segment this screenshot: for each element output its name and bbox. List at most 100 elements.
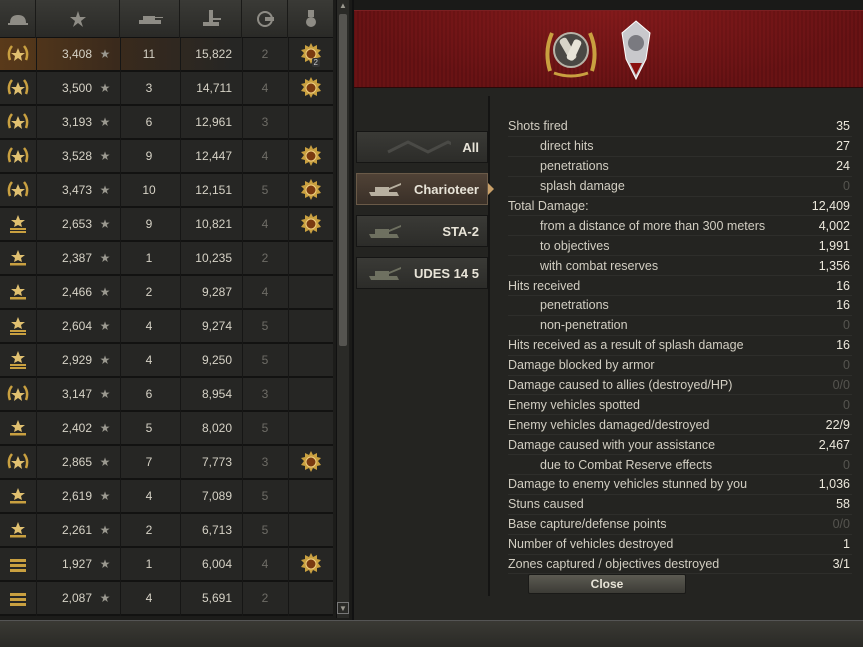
battles-value: 6 [145,387,153,401]
rank-insignia-icon [4,344,32,376]
table-row[interactable]: 2,619 ★ 4 7,089 5 [0,480,333,514]
scroll-up-arrow-icon[interactable]: ▲ [337,0,349,12]
medal-icon [294,480,328,512]
damage-value: 12,151 [195,183,232,197]
table-row[interactable]: 3,528 ★ 9 12,447 4 [0,140,333,174]
table-row[interactable]: 2,604 ★ 4 9,274 5 [0,310,333,344]
stat-label: Shots fired [508,119,568,134]
table-row[interactable]: 2,387 ★ 1 10,235 2 [0,242,333,276]
star-icon: ★ [99,319,111,333]
column-divider [120,582,121,616]
table-row[interactable]: 3,408 ★ 11 15,822 2 2 [0,38,333,72]
level-value: 5 [261,353,269,367]
damage-icon [202,10,221,26]
stat-label: Base capture/defense points [508,517,667,532]
level-column-header[interactable] [242,0,288,38]
column-divider [120,310,121,344]
table-row[interactable]: 3,500 ★ 3 14,711 4 [0,72,333,106]
tab-all[interactable]: All [356,131,488,163]
column-divider [242,174,243,208]
column-divider [36,310,37,344]
column-divider [36,208,37,242]
table-row[interactable]: 2,653 ★ 9 10,821 4 [0,208,333,242]
experience-value: 2,261 [61,523,92,537]
experience-value: 2,653 [61,217,92,231]
experience-column-header[interactable] [36,0,120,38]
table-row[interactable]: 1,927 ★ 1 6,004 4 [0,548,333,582]
stat-value: 0/0 [832,378,850,393]
battles-value: 9 [145,149,153,163]
shell-laurel-medal-icon[interactable] [542,21,600,79]
stat-row: Base capture/defense points 0/0 [508,515,852,535]
table-row[interactable]: 2,402 ★ 5 8,020 5 [0,412,333,446]
player-rows: 3,408 ★ 11 15,822 2 2 3,500 ★ 3 14,711 4… [0,38,333,616]
medal-icon[interactable] [294,548,328,580]
column-divider [288,582,289,616]
battle-details-dialog: All Charioteer STA-2 UDES 14 5 Shots fir… [352,0,863,620]
medal-icon[interactable] [294,446,328,478]
column-divider [120,276,121,310]
battles-value: 11 [142,47,156,61]
stat-label: splash damage [540,179,625,194]
close-button[interactable]: Close [528,574,686,594]
table-row[interactable]: 3,147 ★ 6 8,954 3 [0,378,333,412]
medals-column-header[interactable] [288,0,333,38]
medal-icon [294,378,328,410]
stat-row: Total Damage: 12,409 [508,197,852,217]
medal-icon[interactable] [294,174,328,206]
table-row[interactable]: 2,865 ★ 7 7,773 3 [0,446,333,480]
medal-icon[interactable] [294,208,328,240]
level-value: 5 [261,319,269,333]
stat-row: Enemy vehicles damaged/destroyed 22/9 [508,415,852,436]
scroll-thumb[interactable] [339,14,347,346]
medal-icon[interactable]: 2 [294,38,328,70]
silver-shield-medal-icon[interactable] [616,19,656,83]
damage-value: 9,274 [201,319,232,333]
list-header [0,0,333,38]
tab-sta-2[interactable]: STA-2 [356,215,488,247]
stat-value: 16 [836,338,850,353]
table-row[interactable]: 3,193 ★ 6 12,961 3 [0,106,333,140]
damage-value: 10,235 [195,251,232,265]
stat-row: Stuns caused 58 [508,495,852,515]
stat-label: Damage to enemy vehicles stunned by you [508,477,748,492]
star-icon: ★ [99,183,111,197]
stat-label: Number of vehicles destroyed [508,537,674,552]
stat-label: non-penetration [540,318,628,333]
battles-column-header[interactable] [120,0,180,38]
column-divider [120,378,121,412]
battles-value: 5 [145,421,153,435]
medal-icon[interactable] [294,72,328,104]
star-icon: ★ [99,115,111,129]
level-value: 4 [261,81,269,95]
target-icon [256,11,274,27]
star-icon: ★ [99,489,111,503]
table-row[interactable]: 2,087 ★ 4 5,691 2 [0,582,333,616]
column-divider [242,378,243,412]
star-icon [69,11,86,27]
rank-column-header[interactable] [0,0,36,38]
column-divider [36,72,37,106]
table-row[interactable]: 2,929 ★ 4 9,250 5 [0,344,333,378]
column-divider [242,208,243,242]
stat-value: 4,002 [818,218,850,233]
table-row[interactable]: 3,473 ★ 10 12,151 5 [0,174,333,208]
rank-insignia-icon [4,208,32,240]
star-icon: ★ [99,285,111,299]
star-icon: ★ [99,387,111,401]
tab-udes-14-5[interactable]: UDES 14 5 [356,257,488,289]
stat-value: 0 [843,457,850,472]
column-divider [36,38,37,72]
stat-label: Damage caused to allies (destroyed/HP) [508,378,733,393]
table-row[interactable]: 2,466 ★ 2 9,287 4 [0,276,333,310]
medal-icon[interactable] [294,140,328,172]
column-divider [36,378,37,412]
stat-label: Damage blocked by armor [508,358,655,373]
tab-charioteer[interactable]: Charioteer [356,173,488,205]
table-row[interactable]: 2,261 ★ 2 6,713 5 [0,514,333,548]
column-divider [242,480,243,514]
column-divider [120,174,121,208]
scroll-down-arrow-icon[interactable]: ▼ [337,602,349,614]
list-scrollbar[interactable]: ▲ ▼ [336,0,349,618]
damage-column-header[interactable] [180,0,242,38]
